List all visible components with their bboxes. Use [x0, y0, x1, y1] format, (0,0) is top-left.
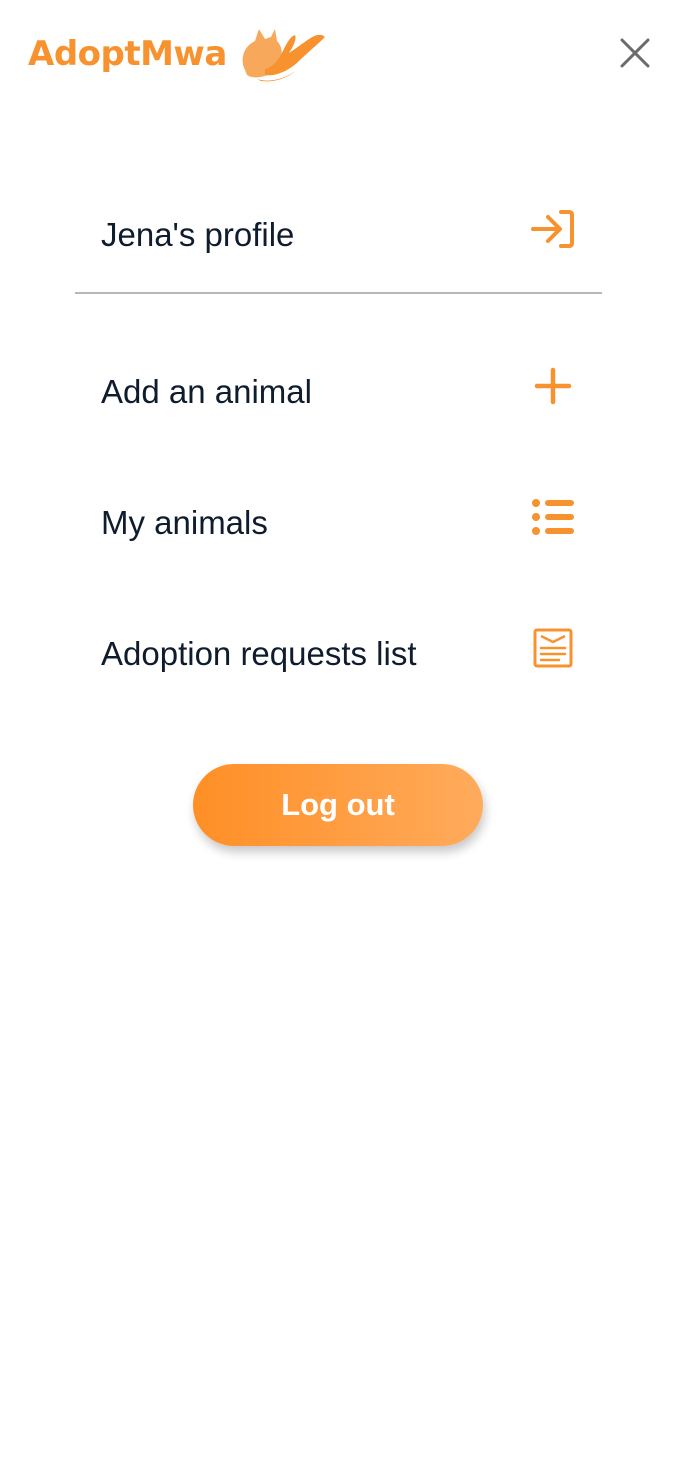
- brand-name: AdoptMwa: [28, 34, 227, 74]
- close-button[interactable]: [612, 30, 658, 76]
- menu-item-label: Jena's profile: [101, 215, 295, 253]
- logout-button[interactable]: Log out: [193, 764, 483, 846]
- menu-item-profile[interactable]: Jena's profile: [75, 176, 602, 294]
- plus-icon: [530, 363, 576, 409]
- main-menu: Jena's profile Add an animal My animals: [75, 176, 602, 728]
- header: AdoptMwa: [0, 0, 676, 110]
- close-icon: [620, 38, 650, 68]
- cat-in-hand-icon: [242, 29, 325, 82]
- menu-item-label: Add an animal: [101, 372, 312, 410]
- menu-item-label: My animals: [101, 503, 268, 541]
- menu-item-my-animals[interactable]: My animals: [75, 466, 602, 578]
- requests-list-icon: [530, 625, 576, 671]
- menu-item-label: Adoption requests list: [101, 634, 417, 672]
- menu-item-adoption-requests[interactable]: Adoption requests list: [75, 578, 602, 728]
- menu-item-add-animal[interactable]: Add an animal: [75, 316, 602, 466]
- list-icon: [530, 494, 576, 540]
- sign-in-arrow-icon: [530, 206, 576, 252]
- brand-logo[interactable]: AdoptMwa: [28, 24, 327, 84]
- logout-container: Log out: [0, 764, 676, 846]
